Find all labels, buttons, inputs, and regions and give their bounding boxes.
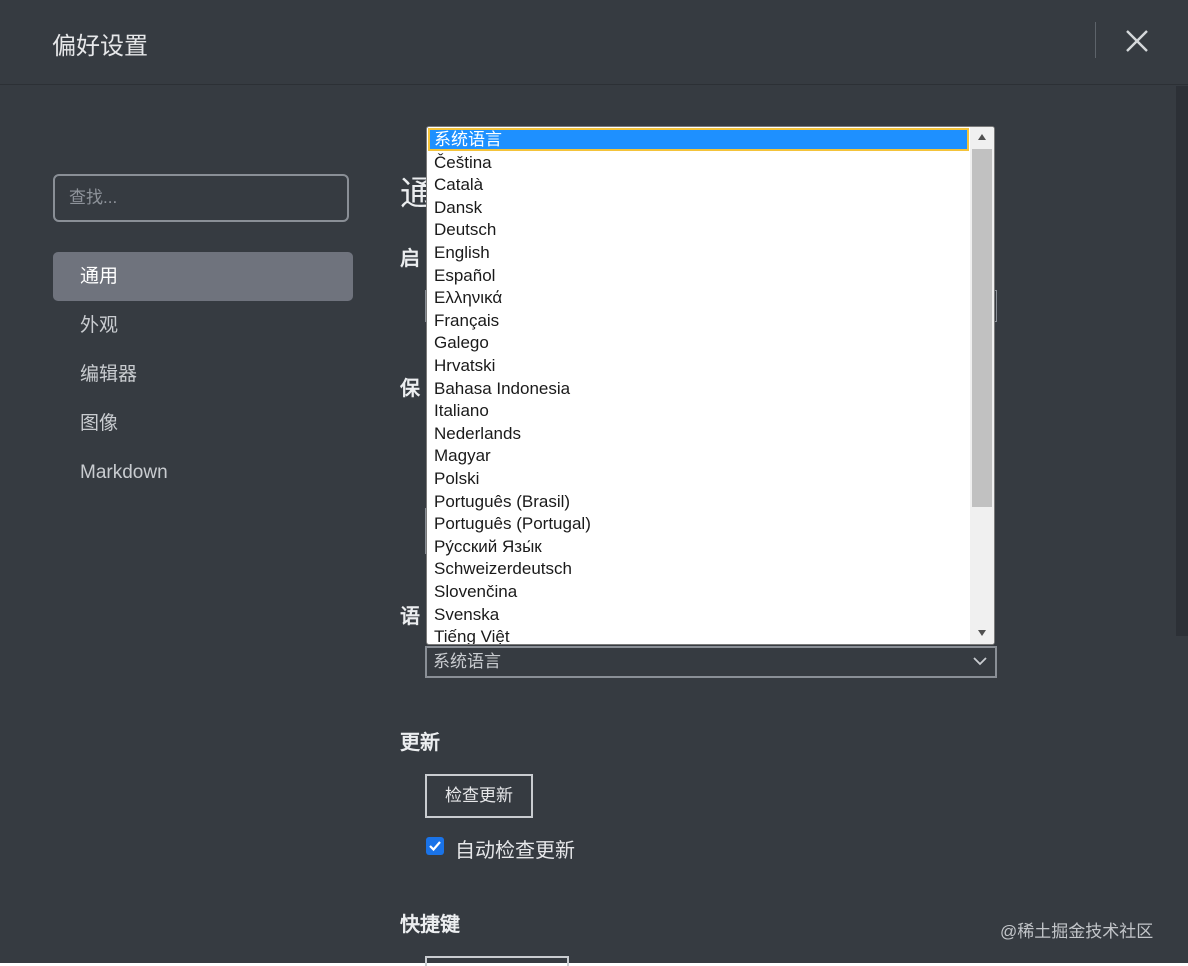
language-option[interactable]: Polski: [428, 467, 969, 490]
section-startup-heading: 启: [400, 248, 420, 270]
chevron-down-icon: [973, 657, 987, 666]
preferences-window: 偏好设置 通用 外观 编辑器 图像 Markdown 通 启 保 语 系统语言 …: [0, 0, 1188, 966]
language-option[interactable]: English: [428, 241, 969, 264]
sidebar-item-appearance[interactable]: 外观: [53, 301, 353, 350]
language-option[interactable]: Català: [428, 173, 969, 196]
language-option[interactable]: Slovenčina: [428, 580, 969, 603]
check-icon: [429, 841, 441, 852]
language-option[interactable]: Dansk: [428, 196, 969, 219]
check-updates-button[interactable]: 检查更新: [425, 774, 533, 818]
language-option[interactable]: Deutsch: [428, 218, 969, 241]
window-scrollbar[interactable]: [1176, 86, 1188, 636]
title-bar: 偏好设置: [0, 0, 1188, 85]
language-select-value: 系统语言: [433, 652, 501, 672]
language-option[interactable]: Galego: [428, 331, 969, 354]
sidebar-nav: 通用 外观 编辑器 图像 Markdown: [53, 252, 353, 497]
watermark: @稀土掘金技术社区: [1000, 922, 1154, 941]
scroll-up-arrow-icon[interactable]: [977, 133, 987, 141]
language-option[interactable]: Magyar: [428, 444, 969, 467]
section-language-heading: 语: [400, 606, 420, 628]
language-dropdown-list[interactable]: 系统语言 Čeština Català Dansk Deutsch English Espa…: [426, 126, 995, 645]
sidebar-item-general[interactable]: 通用: [53, 252, 353, 301]
scroll-down-arrow-icon[interactable]: [977, 629, 987, 637]
language-option[interactable]: 系统语言: [428, 128, 969, 151]
language-select[interactable]: 系统语言: [425, 646, 997, 678]
dropdown-scroll-thumb[interactable]: [972, 149, 992, 507]
close-icon: [1126, 30, 1148, 52]
language-option[interactable]: Čeština: [428, 151, 969, 174]
language-option[interactable]: Italiano: [428, 399, 969, 422]
updates-heading: 更新: [400, 732, 440, 754]
title-divider: [1095, 22, 1096, 58]
sidebar-item-markdown[interactable]: Markdown: [53, 448, 353, 497]
shortcuts-heading: 快捷键: [400, 914, 460, 936]
sidebar-item-image[interactable]: 图像: [53, 399, 353, 448]
language-option[interactable]: Nederlands: [428, 422, 969, 445]
language-option[interactable]: Tiếng Việt: [428, 625, 969, 644]
language-option[interactable]: Schweizerdeutsch: [428, 557, 969, 580]
language-option[interactable]: Bahasa Indonesia: [428, 377, 969, 400]
section-save-heading: 保: [400, 378, 420, 400]
language-option[interactable]: Hrvatski: [428, 354, 969, 377]
sidebar-item-editor[interactable]: 编辑器: [53, 350, 353, 399]
language-option[interactable]: Français: [428, 309, 969, 332]
dropdown-scrollbar[interactable]: [970, 127, 994, 644]
auto-check-label: 自动检查更新: [455, 838, 575, 862]
language-option[interactable]: Español: [428, 264, 969, 287]
close-button[interactable]: [1118, 22, 1156, 60]
language-option[interactable]: Svenska: [428, 603, 969, 626]
language-option[interactable]: Português (Brasil): [428, 490, 969, 513]
search-input[interactable]: [53, 174, 349, 222]
window-title: 偏好设置: [52, 32, 148, 60]
language-option[interactable]: Ру́сский Язы́к: [428, 535, 969, 558]
auto-check-checkbox[interactable]: [426, 837, 444, 855]
language-option[interactable]: Português (Portugal): [428, 512, 969, 535]
language-option[interactable]: Ελληνικά: [428, 286, 969, 309]
